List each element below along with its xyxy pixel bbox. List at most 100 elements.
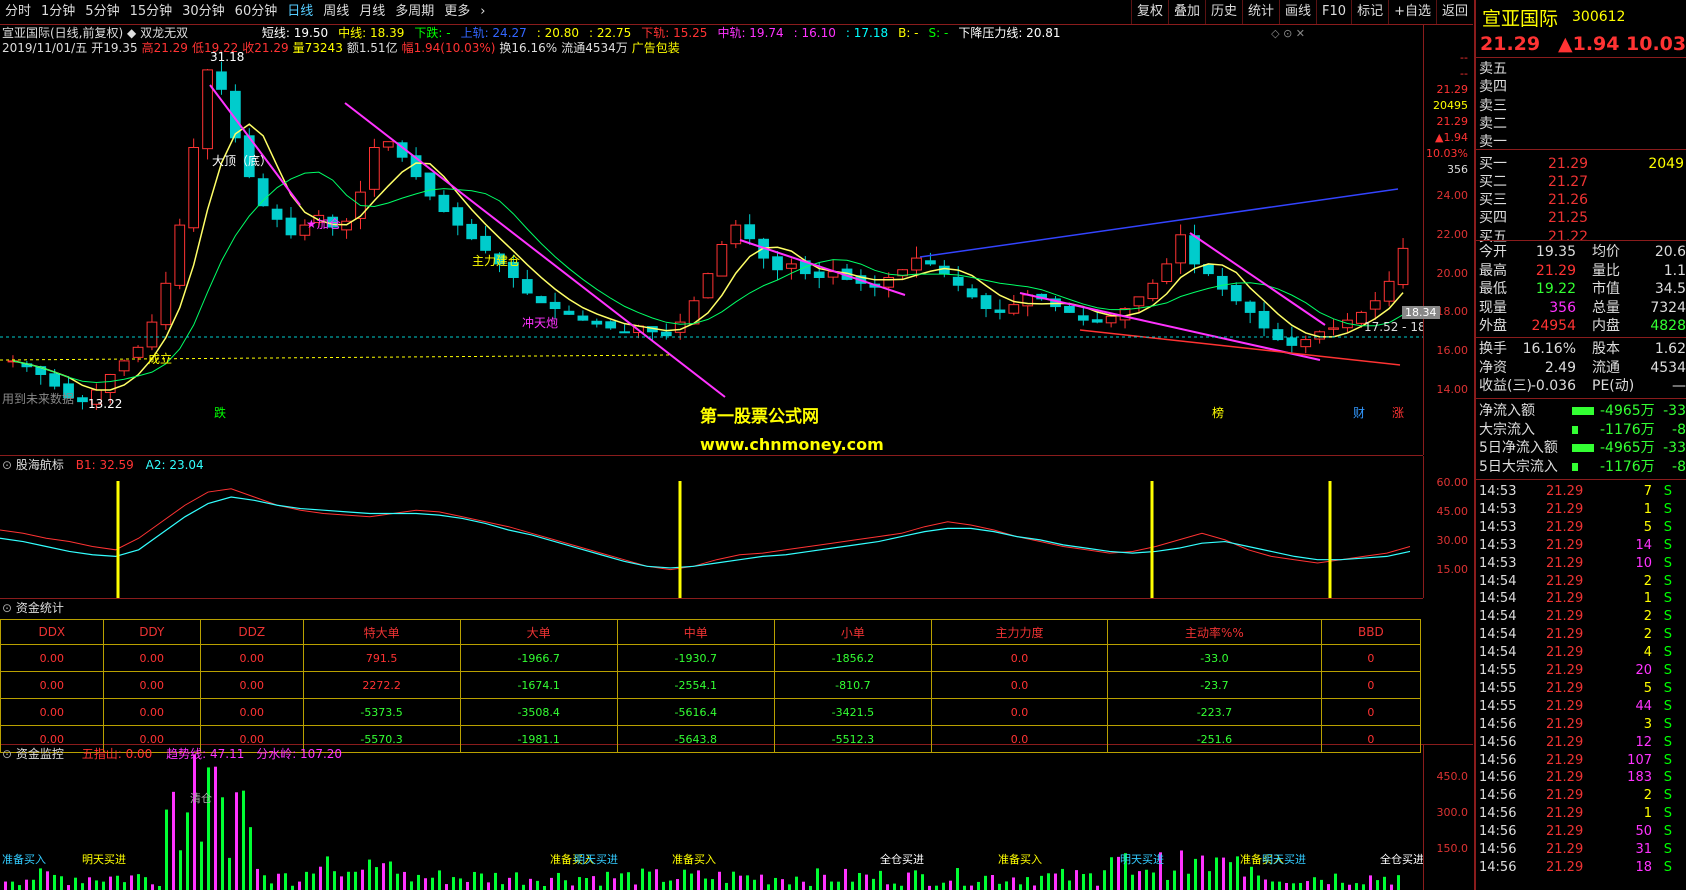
volume-bar bbox=[1327, 884, 1330, 890]
volume-bar bbox=[557, 872, 560, 890]
stat-label-2: 市值 bbox=[1592, 281, 1620, 297]
period-tab-10[interactable]: 更多 bbox=[439, 0, 475, 24]
volume-bar bbox=[32, 879, 35, 890]
volume-bar bbox=[1096, 885, 1099, 890]
volume-bar bbox=[1320, 879, 1323, 890]
volume-bar bbox=[1299, 882, 1302, 890]
period-tab-1[interactable]: 1分钟 bbox=[36, 0, 80, 24]
signal-label-7: 准备买入 bbox=[998, 852, 1042, 866]
book-label: 买一 bbox=[1479, 155, 1507, 172]
kline-chart[interactable]: 31.18 大顶（底） ★加仓主力建仓冲天炮成立 13.22 用到未来数据跌 榜 财 涨 17.… bbox=[0, 25, 1423, 455]
period-tab-4[interactable]: 30分钟 bbox=[177, 0, 230, 24]
tool-button-7[interactable]: +自选 bbox=[1388, 0, 1436, 24]
tool-button-4[interactable]: 画线 bbox=[1279, 0, 1316, 24]
fund-table: DDX DDY DDZ 特大单 大单 中单 小单 主力力度 主动率%% BBD 0.00 0.00 0… bbox=[0, 619, 1422, 753]
stat-label-2: 量比 bbox=[1592, 262, 1620, 279]
fund-monitor-pane[interactable]: ⊙ 资金监控 五指山: 0.00 趋势线: 47.11 分水岭: 107.20 … bbox=[0, 745, 1423, 890]
upper-rail-line bbox=[919, 188, 1399, 258]
flow-bar bbox=[1572, 444, 1594, 452]
price-tick-5: 14.00 bbox=[1436, 383, 1469, 396]
tick-volume: 31 bbox=[1635, 842, 1652, 857]
volume-bar bbox=[1243, 876, 1246, 890]
volume-bar bbox=[25, 879, 28, 890]
tick-price: 21.29 bbox=[1546, 859, 1584, 875]
tool-button-3[interactable]: 统计 bbox=[1242, 0, 1279, 24]
tick-price: 21.29 bbox=[1546, 788, 1584, 804]
volume-bar bbox=[95, 880, 98, 890]
book-row-5: 买一 21.29 2049 bbox=[1476, 155, 1686, 173]
volume-bar bbox=[1194, 858, 1197, 890]
volume-bar bbox=[753, 879, 756, 890]
tick-volume: 1 bbox=[1643, 501, 1652, 517]
collapse-icon[interactable]: ⊙ bbox=[2, 601, 12, 615]
period-tab-5[interactable]: 60分钟 bbox=[230, 0, 283, 24]
stat-value-2: 20.6 bbox=[1654, 244, 1686, 260]
period-tab-9[interactable]: 多周期 bbox=[390, 0, 439, 24]
volume-bar bbox=[1033, 885, 1036, 890]
book-label: 买二 bbox=[1479, 173, 1507, 190]
book-label: 买四 bbox=[1479, 210, 1507, 227]
tick-time: 14:56 bbox=[1479, 752, 1517, 768]
tick-price: 21.29 bbox=[1546, 698, 1584, 714]
volume-bar bbox=[1075, 870, 1078, 890]
tick-time: 14:56 bbox=[1479, 806, 1517, 822]
period-tab-3[interactable]: 15分钟 bbox=[125, 0, 178, 24]
fund-cell: -2554.1 bbox=[616, 671, 775, 699]
candle-body bbox=[438, 194, 450, 213]
period-tab-6[interactable]: 日线 bbox=[282, 0, 318, 24]
volume-bar bbox=[102, 881, 105, 890]
main-kline-pane[interactable]: 宣亚国际(日线,前复权) ◆ 双龙无双 短线: 19.50 中线: 18.39 下跌… bbox=[0, 25, 1423, 456]
tick-row: 14:53 21.29 1 S bbox=[1476, 501, 1686, 519]
period-tab-7[interactable]: 周线 bbox=[318, 0, 354, 24]
volume-bar bbox=[4, 881, 7, 890]
chart-annotation-8: 跌 bbox=[214, 405, 226, 420]
volume-bar bbox=[1362, 884, 1365, 890]
candle-body bbox=[271, 208, 283, 220]
tick-price: 21.29 bbox=[1546, 734, 1584, 750]
candle-body bbox=[619, 331, 630, 334]
candle-body bbox=[716, 244, 728, 277]
ind1-tick-3: 15.00 bbox=[1436, 563, 1469, 576]
tool-button-6[interactable]: 标记 bbox=[1351, 0, 1388, 24]
tick-row: 14:56 21.29 12 S bbox=[1476, 734, 1686, 752]
chart-annotation-12: 17.52 - 18. bbox=[1364, 320, 1423, 334]
volume-bar bbox=[704, 878, 707, 890]
volume-bar bbox=[970, 885, 973, 890]
period-tab-0[interactable]: 分时 bbox=[0, 0, 36, 24]
guhai-chart[interactable] bbox=[0, 456, 1423, 598]
tick-price: 21.29 bbox=[1546, 555, 1584, 571]
tick-row: 14:55 21.29 20 S bbox=[1476, 662, 1686, 680]
tool-button-8[interactable]: 返回 bbox=[1435, 0, 1473, 24]
tick-price: 21.29 bbox=[1546, 627, 1584, 643]
candle-body bbox=[202, 69, 213, 150]
period-tab-8[interactable]: 月线 bbox=[354, 0, 390, 24]
tool-button-0[interactable]: 复权 bbox=[1130, 0, 1168, 24]
fund-monitor-chart[interactable]: 准备买入 明天买进清仓准备买入明天买进 准备买入 全仓买进 准备买入 明天买进 准备买入明天… bbox=[0, 745, 1423, 890]
tool-button-1[interactable]: 叠加 bbox=[1167, 0, 1205, 24]
tick-side: S bbox=[1663, 627, 1672, 643]
volume-bar bbox=[382, 863, 385, 890]
fund-title[interactable]: 资金统计 bbox=[16, 601, 64, 615]
more-chevron-icon[interactable]: › bbox=[475, 0, 490, 24]
tick-time: 14:55 bbox=[1479, 698, 1517, 714]
volume-bar bbox=[1222, 857, 1225, 890]
guhai-indicator-pane[interactable]: ⊙ 股海航标 B1: 32.59 A2: 23.04 bbox=[0, 456, 1423, 599]
candle-body bbox=[1383, 280, 1395, 302]
quote-box-0: -- bbox=[1460, 51, 1468, 64]
tool-button-5[interactable]: F10 bbox=[1316, 0, 1351, 24]
tool-button-2[interactable]: 历史 bbox=[1204, 0, 1242, 24]
tick-side: S bbox=[1663, 519, 1672, 535]
tick-row: 14:56 21.29 50 S bbox=[1476, 823, 1686, 841]
candle-body bbox=[382, 141, 394, 148]
main-price-axis: 24.00 22.00 20.00 18.00 16.00 14.00 -- -- 21.29 2… bbox=[1402, 25, 1474, 455]
volume-bar bbox=[900, 885, 903, 890]
volume-bar bbox=[1187, 873, 1190, 890]
tick-price: 21.29 bbox=[1546, 663, 1584, 678]
quote-box-1: -- bbox=[1460, 67, 1468, 80]
period-tab-2[interactable]: 5分钟 bbox=[80, 0, 124, 24]
stat-value-2: 1.62 bbox=[1654, 341, 1686, 357]
volume-bar bbox=[186, 812, 189, 890]
volume-bar bbox=[410, 881, 413, 890]
chart-annotation-10: 财 bbox=[1353, 406, 1365, 420]
volume-bar bbox=[571, 885, 574, 890]
